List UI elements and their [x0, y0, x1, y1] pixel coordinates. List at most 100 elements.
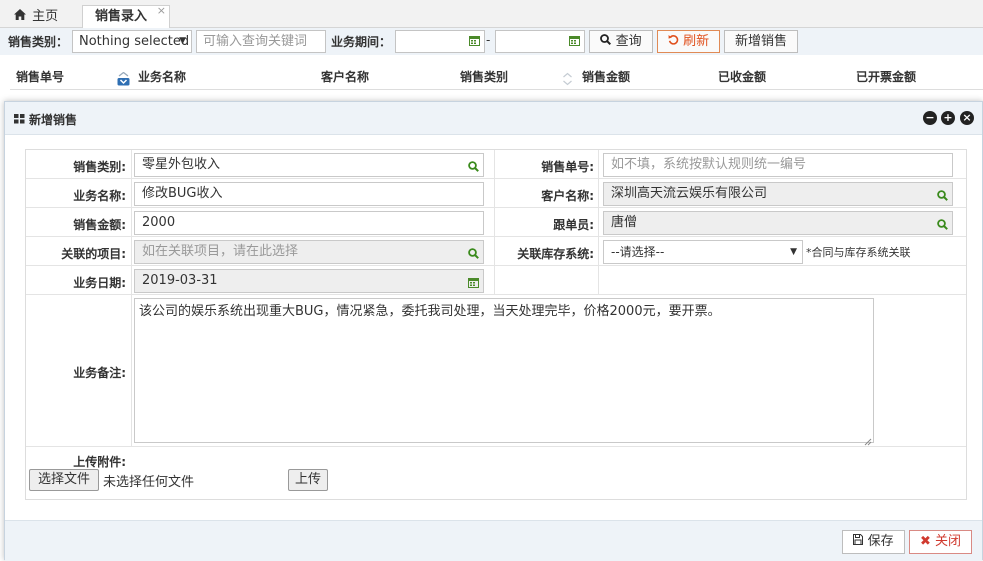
- choose-file-button[interactable]: 选择文件: [29, 469, 99, 491]
- sales-no-placeholder: 如不填，系统按默认规则统一编号: [611, 157, 807, 172]
- grid-icon: [14, 113, 25, 128]
- keyword-search-input[interactable]: 可输入查询关键词: [196, 30, 326, 53]
- row-divider: [26, 236, 966, 237]
- period-label: 业务期间：: [331, 35, 392, 49]
- search-icon[interactable]: [937, 187, 948, 209]
- row-divider: [26, 207, 966, 208]
- amount-value: 2000: [142, 215, 176, 230]
- date-value: 2019-03-31: [142, 273, 218, 288]
- no-file-text: 未选择任何文件: [103, 475, 195, 490]
- column-divider: [131, 150, 132, 446]
- date-label: 业务日期:: [73, 276, 126, 290]
- row-divider: [26, 265, 966, 266]
- inventory-value: --请选择--: [611, 245, 665, 259]
- tab-bar: 主页 销售录入 ×: [0, 0, 983, 29]
- sales-grid-header: 销售单号 业务名称 客户名称 销售类别 销售金额 已收金额 已开票金额: [0, 55, 983, 95]
- tab-home-label: 主页: [32, 9, 59, 24]
- refresh-button[interactable]: 刷新: [657, 30, 720, 53]
- remark-value: 该公司的娱乐系统出现重大BUG，情况紧急，委托我司处理，当天处理完毕，价格200…: [139, 304, 721, 319]
- business-name-label: 业务名称:: [73, 189, 126, 203]
- grid-divider: [10, 89, 983, 90]
- sale-form: 销售类别: 零星外包收入 销售单号: 如不填，系统按默认规则统一编号 业务名称:…: [25, 149, 967, 500]
- inventory-note: *合同与库存系统关联: [806, 246, 911, 259]
- search-icon: [600, 34, 612, 49]
- remark-textarea[interactable]: 该公司的娱乐系统出现重大BUG，情况紧急，委托我司处理，当天处理完毕，价格200…: [134, 298, 874, 446]
- dialog-header: 新增销售 − + ×: [5, 102, 982, 135]
- customer-value: 深圳高天流云娱乐有限公司: [611, 186, 768, 201]
- column-header-amount[interactable]: 销售金额: [582, 68, 630, 85]
- project-label: 关联的项目:: [61, 247, 126, 261]
- refresh-button-label: 刷新: [683, 34, 710, 49]
- project-field[interactable]: 如在关联项目，请在此选择: [134, 240, 484, 264]
- upload-button-label: 上传: [294, 472, 321, 487]
- amount-label: 销售金额:: [73, 218, 126, 232]
- filter-bar: 销售类别： Nothing selected ▼ 可输入查询关键词 业务期间： …: [0, 28, 983, 55]
- save-icon: [853, 534, 864, 549]
- customer-field[interactable]: 深圳高天流云娱乐有限公司: [603, 182, 953, 206]
- date-field[interactable]: 2019-03-31: [134, 269, 484, 293]
- attach-label: 上传附件:: [73, 455, 126, 469]
- keyword-placeholder: 可输入查询关键词: [203, 34, 308, 49]
- follower-field[interactable]: 唐僧: [603, 211, 953, 235]
- home-icon: [14, 5, 28, 27]
- minimize-icon[interactable]: −: [923, 111, 937, 125]
- refresh-icon: [668, 34, 679, 49]
- sort-icon[interactable]: [561, 72, 574, 86]
- sales-category-field[interactable]: 零星外包收入: [134, 153, 484, 177]
- customer-label: 客户名称:: [541, 189, 594, 203]
- column-divider: [598, 150, 599, 294]
- close-button[interactable]: ✖ 关闭: [909, 530, 972, 554]
- category-filter-select[interactable]: Nothing selected ▼: [72, 30, 192, 53]
- period-start-input[interactable]: [395, 30, 485, 53]
- sales-category-value: 零星外包收入: [142, 157, 221, 172]
- sales-no-label: 销售单号:: [541, 160, 594, 174]
- column-header-invoiced[interactable]: 已开票金额: [856, 68, 916, 85]
- dialog-footer: 保存 ✖ 关闭: [5, 520, 982, 561]
- add-sale-button[interactable]: 新增销售: [724, 30, 798, 53]
- inventory-select[interactable]: --请选择-- ▼: [603, 240, 803, 264]
- sales-category-label: 销售类别:: [73, 160, 126, 174]
- remark-label: 业务备注:: [73, 366, 126, 380]
- choose-file-button-label: 选择文件: [37, 472, 90, 487]
- row-divider: [26, 294, 966, 295]
- column-divider: [494, 150, 495, 294]
- period-end-input[interactable]: [495, 30, 585, 53]
- column-header-received[interactable]: 已收金额: [718, 68, 766, 85]
- close-x-icon: ✖: [919, 534, 931, 549]
- category-filter-value: Nothing selected: [79, 34, 190, 49]
- follower-value: 唐僧: [611, 215, 638, 230]
- sort-icon[interactable]: [117, 71, 130, 86]
- column-header-sales-no[interactable]: 销售单号: [16, 68, 64, 85]
- column-header-customer[interactable]: 客户名称: [321, 68, 369, 85]
- close-icon[interactable]: ×: [960, 111, 974, 125]
- row-divider: [26, 178, 966, 179]
- chevron-down-icon: ▼: [179, 36, 186, 46]
- calendar-icon[interactable]: [469, 35, 480, 50]
- column-header-category[interactable]: 销售类别: [460, 68, 508, 85]
- dialog-title: 新增销售: [29, 113, 78, 127]
- business-name-value: 修改BUG收入: [142, 186, 223, 201]
- business-name-field[interactable]: 修改BUG收入: [134, 182, 484, 206]
- project-placeholder: 如在关联项目，请在此选择: [142, 244, 299, 259]
- save-button[interactable]: 保存: [842, 530, 905, 554]
- tab-sales-entry[interactable]: 销售录入 ×: [82, 4, 170, 29]
- date-separator: -: [486, 33, 491, 47]
- maximize-icon[interactable]: +: [941, 111, 955, 125]
- search-icon[interactable]: [468, 158, 479, 180]
- query-button[interactable]: 查询: [589, 30, 653, 53]
- follower-label: 跟单员:: [553, 218, 594, 232]
- calendar-icon[interactable]: [468, 274, 479, 296]
- search-icon[interactable]: [937, 216, 948, 238]
- sales-no-field[interactable]: 如不填，系统按默认规则统一编号: [603, 153, 953, 177]
- tab-close-icon[interactable]: ×: [157, 0, 166, 22]
- calendar-icon[interactable]: [569, 35, 580, 50]
- search-icon[interactable]: [468, 245, 479, 267]
- tab-home[interactable]: 主页: [4, 5, 78, 29]
- column-header-business-name[interactable]: 业务名称: [138, 68, 186, 85]
- resize-grip-icon[interactable]: [864, 433, 872, 446]
- category-filter-label: 销售类别：: [8, 35, 69, 49]
- amount-field[interactable]: 2000: [134, 211, 484, 235]
- close-button-label: 关闭: [935, 534, 962, 549]
- inventory-label: 关联库存系统:: [517, 247, 594, 261]
- upload-button[interactable]: 上传: [288, 469, 328, 491]
